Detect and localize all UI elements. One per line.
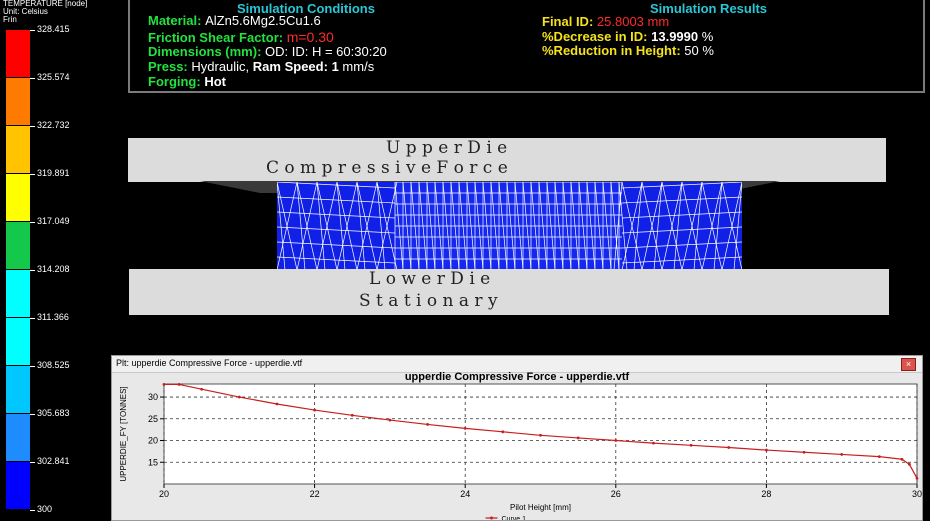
legend-tick xyxy=(30,366,35,367)
legend-value: 317.049 xyxy=(37,216,70,226)
x-axis-label: Pilot Height [mm] xyxy=(510,503,571,512)
legend-tick xyxy=(30,174,35,175)
y-tick-label: 20 xyxy=(148,436,158,446)
legend-swatch xyxy=(6,318,30,365)
data-point xyxy=(614,439,618,442)
data-point xyxy=(177,383,181,386)
legend-value: 325.574 xyxy=(37,72,70,82)
data-point xyxy=(765,448,768,452)
data-point xyxy=(463,426,467,430)
data-point xyxy=(426,423,429,426)
y-tick-label: 30 xyxy=(148,392,158,402)
data-point xyxy=(350,413,354,417)
legend-tick xyxy=(30,462,35,463)
forging-line: Forging: Hot xyxy=(148,74,227,89)
data-point xyxy=(237,395,241,399)
x-tick-label: 24 xyxy=(460,489,470,499)
data-point xyxy=(840,453,844,456)
legend-value: 305.683 xyxy=(37,408,70,418)
data-point xyxy=(727,446,731,449)
legend-tick xyxy=(30,30,35,31)
data-point xyxy=(576,436,580,440)
press-line: Press: Hydraulic, Ram Speed: 1 mm/s xyxy=(148,59,375,74)
legend-tick xyxy=(30,222,35,223)
data-point xyxy=(388,418,392,422)
reduction-line: %Reduction in Height: 50 % xyxy=(542,43,714,58)
data-point xyxy=(652,441,655,445)
legend-swatch xyxy=(6,174,30,221)
x-tick-label: 28 xyxy=(761,489,771,499)
data-point xyxy=(313,408,316,412)
legend-tick xyxy=(30,510,35,511)
lower-die-stationary-label: S t a t i o n a r y xyxy=(359,291,498,311)
legend-marker xyxy=(490,516,493,520)
data-point xyxy=(900,457,904,461)
x-tick-label: 22 xyxy=(310,489,320,499)
x-tick-label: 26 xyxy=(611,489,621,499)
legend-swatch xyxy=(6,222,30,269)
friction-line: Friction Shear Factor: m=0.30 xyxy=(148,29,334,45)
legend-title: TEMPERATURE [node] Unit: Celsius Frin xyxy=(3,0,88,24)
legend-value: 300 xyxy=(37,504,53,514)
data-point xyxy=(877,455,881,459)
data-point xyxy=(200,387,204,391)
legend-tick xyxy=(30,78,35,79)
legend-swatch xyxy=(6,126,30,173)
plot-window[interactable]: Plt: upperdie Compressive Force - upperd… xyxy=(111,355,923,521)
legend-swatch xyxy=(6,366,30,413)
y-axis-label: UPPERDIE_FY [TONNES] xyxy=(119,386,128,481)
legend-tick xyxy=(30,126,35,127)
data-point xyxy=(908,463,911,466)
data-point xyxy=(162,383,166,386)
info-panel: Simulation Conditions Simulation Results… xyxy=(128,0,925,93)
y-tick-label: 15 xyxy=(148,457,158,467)
y-tick-label: 25 xyxy=(148,414,158,424)
legend-value: 322.732 xyxy=(37,120,70,130)
force-chart: 20 22 24 26 28 30 15 20 25 30 Pilot Height [mm] UPP… xyxy=(119,383,922,520)
lower-die: L o w e r D i e S t a t i o n a r y xyxy=(129,269,889,315)
upper-die: U p p e r D i e C o m p r e s s i v e F … xyxy=(128,138,886,182)
final-id-line: Final ID: 25.8003 mm xyxy=(542,14,670,29)
data-point xyxy=(689,443,693,447)
legend-value: 308.525 xyxy=(37,360,70,370)
lower-die-label: L o w e r D i e xyxy=(369,269,491,289)
legend-tick xyxy=(30,414,35,415)
data-point xyxy=(539,433,542,437)
legend-tick xyxy=(30,318,35,319)
legend-swatch xyxy=(6,270,30,317)
material-line: Material: AlZn5.6Mg2.5Cu1.6 xyxy=(148,13,321,28)
legend-tick xyxy=(30,270,35,271)
legend-swatch xyxy=(6,414,30,461)
workpiece-mesh xyxy=(277,182,742,270)
data-point xyxy=(275,402,279,406)
upper-die-label: U p p e r D i e xyxy=(386,138,508,158)
upper-die-force-label: C o m p r e s s i v e F o r c e xyxy=(266,158,508,178)
data-point xyxy=(915,476,919,480)
legend-value: 302.841 xyxy=(37,456,70,466)
legend-value: 319.891 xyxy=(37,168,70,178)
decrease-line: %Decrease in ID: 13.9990 % xyxy=(542,29,714,44)
dimensions-line: Dimensions (mm): OD: ID: H = 60:30:20 xyxy=(148,44,387,59)
legend-value: 328.415 xyxy=(37,24,70,34)
data-point xyxy=(501,430,505,434)
legend-swatch xyxy=(6,78,30,125)
x-tick-label: 20 xyxy=(159,489,169,499)
legend-value: 314.208 xyxy=(37,264,70,274)
legend-swatch xyxy=(6,462,30,509)
x-tick-label: 30 xyxy=(912,489,922,499)
data-point xyxy=(802,450,806,454)
legend-swatch xyxy=(6,30,30,77)
legend-value: 311.366 xyxy=(37,312,69,322)
legend-series-name: Curve 1 xyxy=(502,516,527,520)
